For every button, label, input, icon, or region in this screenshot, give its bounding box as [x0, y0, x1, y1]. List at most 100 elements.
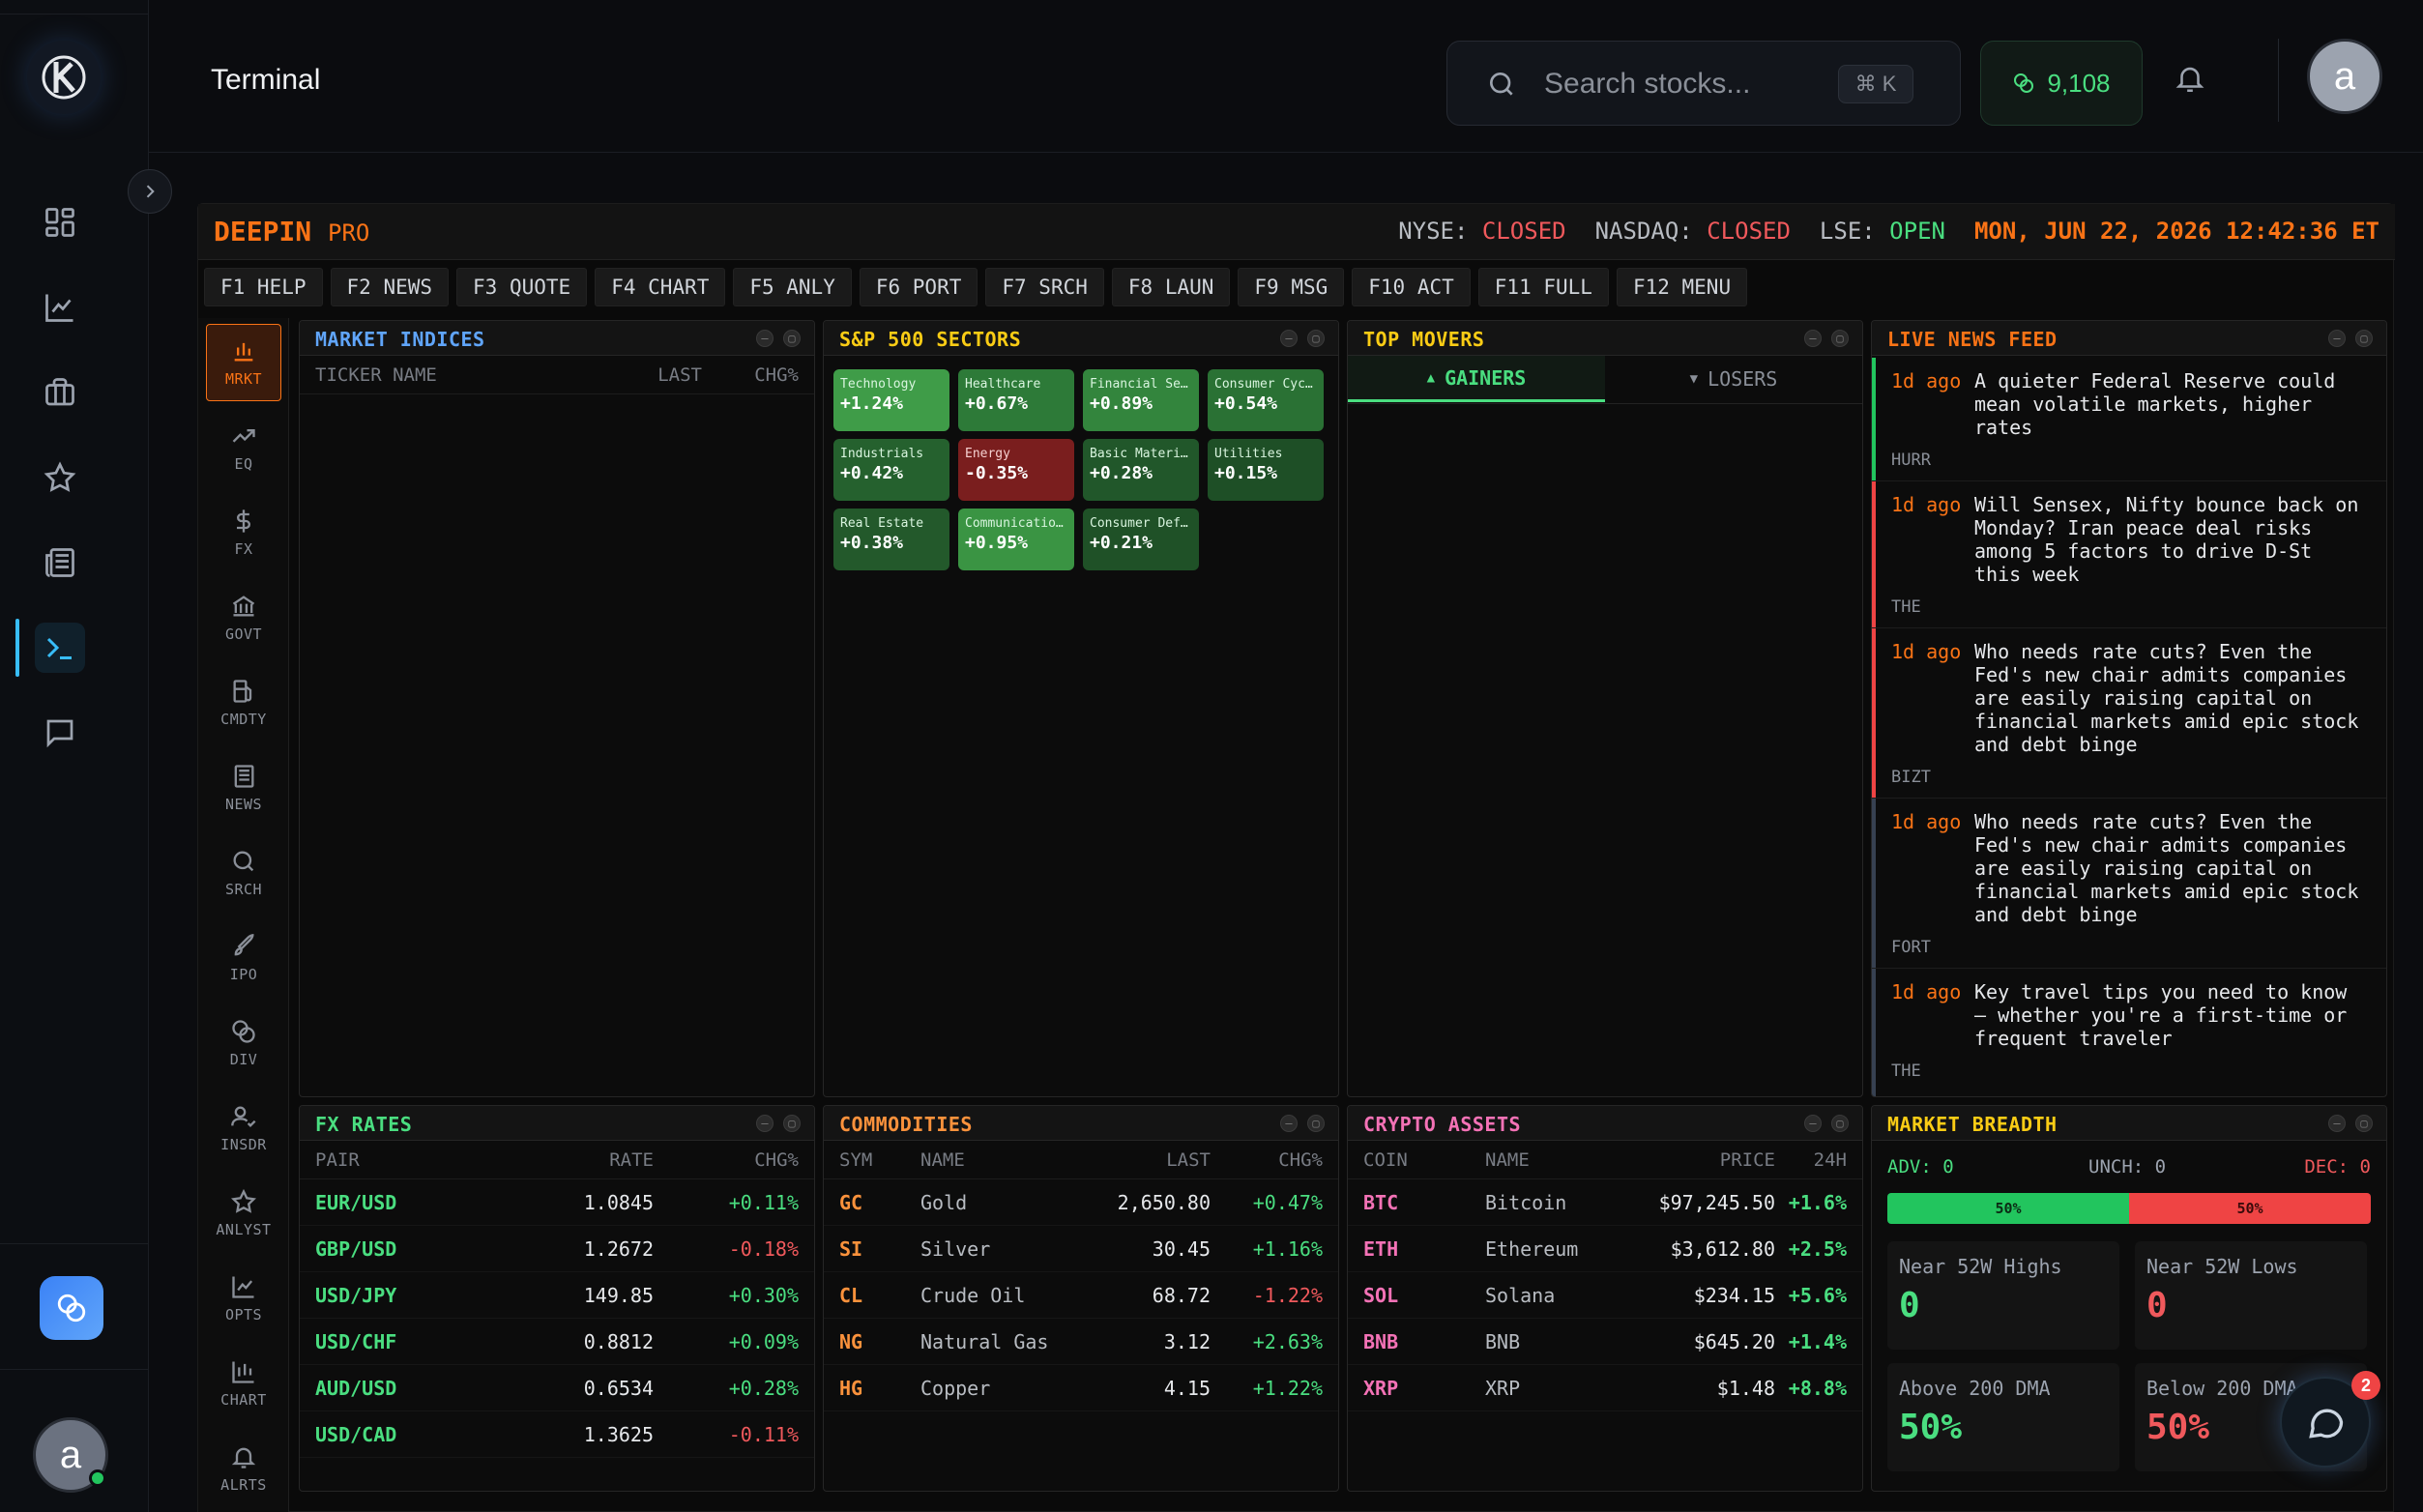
minimize-button[interactable]: –: [1280, 330, 1298, 347]
sector-tile[interactable]: Basic Materia… +0.28%: [1083, 439, 1199, 501]
table-row[interactable]: GBP/USD 1.2672 -0.18%: [300, 1226, 814, 1272]
fkey-laun[interactable]: F8 LAUN: [1111, 268, 1231, 306]
nav-watchlist[interactable]: [35, 452, 85, 503]
news-item[interactable]: 1d ago Will Sensex, Nifty bounce back on…: [1872, 481, 2386, 628]
sector-tile[interactable]: Industrials +0.42%: [833, 439, 949, 501]
nav-charts[interactable]: [35, 282, 85, 333]
fkey-full[interactable]: F11 FULL: [1477, 268, 1609, 306]
commodity-last: 4.15: [1163, 1376, 1211, 1400]
news-item[interactable]: 1d ago Who needs rate cuts? Even the Fed…: [1872, 799, 2386, 969]
table-row[interactable]: HG Copper 4.15 +1.22%: [824, 1365, 1338, 1411]
sector-tile[interactable]: Real Estate +0.38%: [833, 509, 949, 570]
minimize-button[interactable]: –: [756, 330, 774, 347]
news-item[interactable]: 1d ago A quieter Federal Reserve could m…: [1872, 358, 2386, 481]
maximize-button[interactable]: ▢: [1831, 330, 1849, 347]
sector-name: Basic Materia…: [1090, 447, 1192, 461]
market-state: CLOSED: [1481, 218, 1566, 245]
nav-news[interactable]: [35, 538, 85, 588]
table-row[interactable]: GC Gold 2,650.80 +0.47%: [824, 1179, 1338, 1226]
sector-tile[interactable]: Healthcare +0.67%: [958, 369, 1074, 431]
crypto-price: $645.20: [1693, 1329, 1775, 1353]
fn-search[interactable]: SRCH: [206, 834, 281, 912]
app-logo[interactable]: [27, 41, 101, 114]
maximize-button[interactable]: ▢: [783, 330, 801, 347]
sector-tile[interactable]: Technology +1.24%: [833, 369, 949, 431]
fkey-act[interactable]: F10 ACT: [1352, 268, 1471, 306]
table-row[interactable]: EUR/USD 1.0845 +0.11%: [300, 1179, 814, 1226]
table-row[interactable]: AUD/USD 0.6534 +0.28%: [300, 1365, 814, 1411]
maximize-button[interactable]: ▢: [1831, 1115, 1849, 1132]
maximize-button[interactable]: ▢: [2355, 1115, 2373, 1132]
minimize-button[interactable]: –: [756, 1115, 774, 1132]
sector-tile[interactable]: Consumer Cycl… +0.54%: [1208, 369, 1324, 431]
fn-chart[interactable]: CHART: [206, 1345, 281, 1422]
fkey-msg[interactable]: F9 MSG: [1238, 268, 1345, 306]
minimize-button[interactable]: –: [1804, 330, 1822, 347]
minimize-button[interactable]: –: [2328, 330, 2346, 347]
fn-equity[interactable]: EQ: [206, 409, 281, 486]
sector-tile[interactable]: Energy -0.35%: [958, 439, 1074, 501]
maximize-button[interactable]: ▢: [2355, 330, 2373, 347]
table-row[interactable]: XRP XRP $1.48 +8.8%: [1348, 1365, 1862, 1411]
minimize-button[interactable]: –: [1280, 1115, 1298, 1132]
profile-avatar[interactable]: a: [2307, 39, 2382, 114]
coins-app-button[interactable]: [40, 1276, 103, 1340]
maximize-button[interactable]: ▢: [783, 1115, 801, 1132]
tab-losers[interactable]: ▼ LOSERS: [1605, 356, 1862, 402]
table-row[interactable]: USD/CHF 0.8812 +0.09%: [300, 1319, 814, 1365]
sector-tile[interactable]: Communication… +0.95%: [958, 509, 1074, 570]
news-item[interactable]: 1d ago Who needs rate cuts? Even the Fed…: [1872, 628, 2386, 799]
search-box[interactable]: ⌘ K: [1446, 41, 1961, 126]
credits-button[interactable]: 9,108: [1980, 41, 2143, 126]
fn-options[interactable]: OPTS: [206, 1260, 281, 1337]
fn-analyst[interactable]: ANLYST: [206, 1175, 281, 1252]
notifications-button[interactable]: [2174, 62, 2206, 95]
fkey-help[interactable]: F1 HELP: [204, 268, 323, 306]
fkey-anly[interactable]: F5 ANLY: [733, 268, 852, 306]
maximize-button[interactable]: ▢: [1307, 330, 1325, 347]
fkey-port[interactable]: F6 PORT: [859, 268, 978, 306]
news-source: THE: [1891, 1061, 1921, 1081]
table-row[interactable]: USD/CAD 1.3625 -0.11%: [300, 1411, 814, 1458]
commodity-name: Crude Oil: [920, 1283, 1026, 1307]
fn-insider[interactable]: INSDR: [206, 1090, 281, 1167]
nav-terminal[interactable]: [35, 623, 85, 673]
sector-tile[interactable]: Financial Ser… +0.89%: [1083, 369, 1199, 431]
table-row[interactable]: SOL Solana $234.15 +5.6%: [1348, 1272, 1862, 1319]
fn-market[interactable]: MRKT: [206, 324, 281, 401]
table-row[interactable]: NG Natural Gas 3.12 +2.63%: [824, 1319, 1338, 1365]
crypto-symbol: BNB: [1363, 1329, 1399, 1353]
fkey-quote[interactable]: F3 QUOTE: [456, 268, 588, 306]
maximize-button[interactable]: ▢: [1307, 1115, 1325, 1132]
minimize-button[interactable]: –: [2328, 1115, 2346, 1132]
fn-govt[interactable]: GOVT: [206, 579, 281, 656]
fn-commodity[interactable]: CMDTY: [206, 664, 281, 741]
sector-tile[interactable]: Utilities +0.15%: [1208, 439, 1324, 501]
fn-dividends[interactable]: DIV: [206, 1004, 281, 1082]
expand-sidebar-button[interactable]: [128, 169, 172, 214]
fkey-chart[interactable]: F4 CHART: [595, 268, 726, 306]
table-row[interactable]: CL Crude Oil 68.72 -1.22%: [824, 1272, 1338, 1319]
nav-messages[interactable]: [35, 708, 85, 758]
fn-alerts[interactable]: ALRTS: [206, 1430, 281, 1507]
fn-news[interactable]: NEWS: [206, 749, 281, 827]
table-row[interactable]: SI Silver 30.45 +1.16%: [824, 1226, 1338, 1272]
market-label: LSE:: [1819, 218, 1876, 245]
fn-ipo[interactable]: IPO: [206, 919, 281, 997]
fn-fx[interactable]: FX: [206, 494, 281, 571]
search-input[interactable]: [1544, 63, 1834, 105]
fkey-menu[interactable]: F12 MENU: [1616, 268, 1748, 306]
fkey-srch[interactable]: F7 SRCH: [985, 268, 1104, 306]
tab-gainers[interactable]: ▲ GAINERS: [1348, 356, 1605, 402]
minimize-button[interactable]: –: [1804, 1115, 1822, 1132]
nav-portfolio[interactable]: [35, 367, 85, 418]
sector-tile[interactable]: Consumer Defe… +0.21%: [1083, 509, 1199, 570]
table-row[interactable]: BTC Bitcoin $97,245.50 +1.6%: [1348, 1179, 1862, 1226]
table-row[interactable]: BNB BNB $645.20 +1.4%: [1348, 1319, 1862, 1365]
news-item[interactable]: 1d ago Key travel tips you need to know …: [1872, 969, 2386, 1096]
table-row[interactable]: ETH Ethereum $3,612.80 +2.5%: [1348, 1226, 1862, 1272]
stat-label: Near 52W Lows: [2146, 1255, 2298, 1278]
nav-dashboard[interactable]: [35, 197, 85, 247]
fkey-news[interactable]: F2 NEWS: [330, 268, 450, 306]
table-row[interactable]: USD/JPY 149.85 +0.30%: [300, 1272, 814, 1319]
